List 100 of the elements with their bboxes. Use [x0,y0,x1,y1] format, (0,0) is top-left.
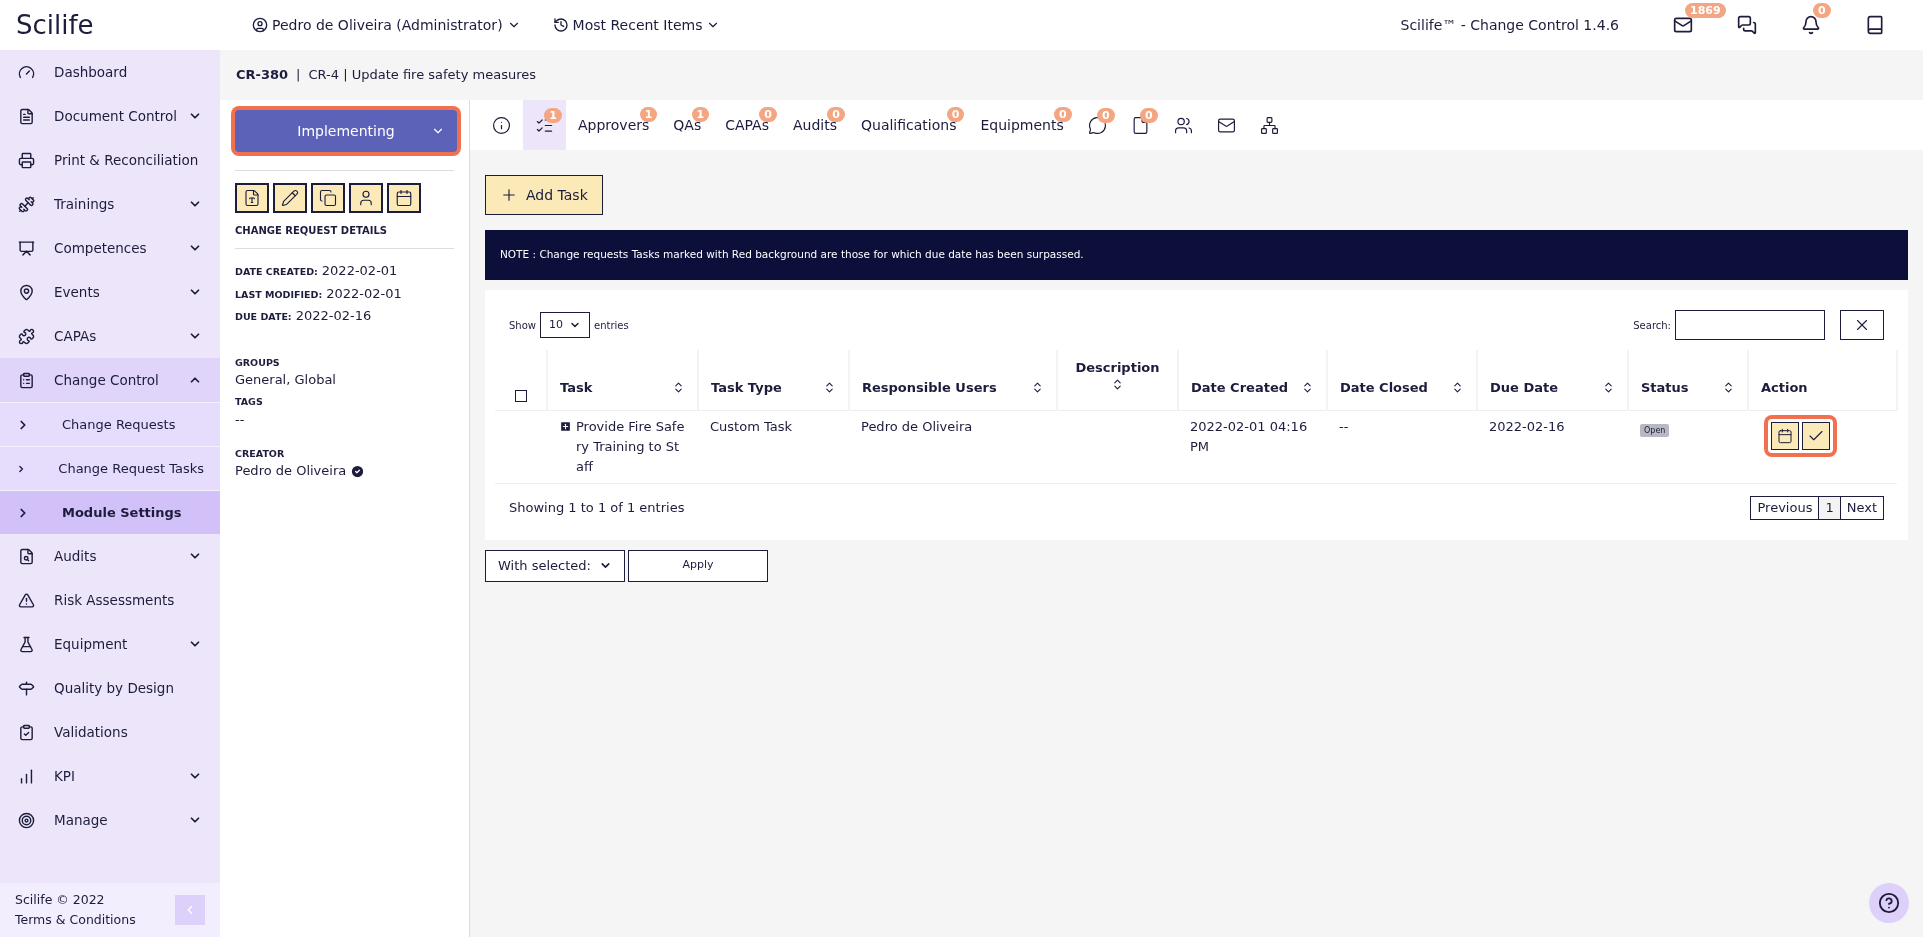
user-icon [357,189,375,207]
help-button[interactable] [1869,883,1909,923]
sidebar-item[interactable]: Validations [0,710,220,754]
sort-icon[interactable] [1031,381,1044,395]
sort-icon[interactable] [1111,377,1124,391]
target-icon [18,811,35,829]
field-value: General, Global [235,370,336,389]
search-field[interactable] [1675,310,1825,340]
document-icon [18,107,35,125]
column-header[interactable]: Date Closed [1340,378,1428,398]
sidebar-item[interactable]: Competences [0,226,220,270]
pagination-button[interactable]: Previous [1750,495,1820,520]
column-header[interactable]: Status [1641,378,1689,398]
sidebar-item[interactable]: Change Control [0,358,220,402]
table-cell: 2022-02-01 04:16 PM [1190,418,1308,454]
copy-button[interactable] [311,183,345,213]
terms-link[interactable]: Terms & Conditions [15,912,136,927]
count-badge: 0 [1054,106,1072,122]
sidebar-item[interactable]: Document Control [0,94,220,138]
column-header[interactable]: Task [560,378,593,398]
apply-button[interactable]: Apply [628,549,768,582]
sidebar-item[interactable]: Audits [0,534,220,578]
section-title: CHANGE REQUEST DETAILS [235,223,454,249]
submenu-item[interactable]: Change Requests [0,402,220,446]
field-label: DUE DATE: [235,310,292,324]
tab[interactable]: QAs 1 [661,100,714,150]
plus-icon [500,186,518,204]
page-size-select[interactable]: 10 [540,312,590,338]
tab[interactable]: Qualifications 0 [849,100,969,150]
users-icon [1173,115,1193,135]
breadcrumb-separator: | [296,66,301,85]
field-value: 2022-02-01 [321,262,398,280]
complete-button[interactable] [1802,421,1830,450]
clipboard-icon [18,371,35,389]
calendar-icon [395,189,413,207]
version-label: Scilife™ - Change Control 1.4.6 [1400,15,1619,35]
sort-icon[interactable] [672,381,685,395]
tab[interactable]: Equipments 0 [968,100,1076,150]
count-badge: 1869 [1685,3,1726,18]
bell-button[interactable] [1801,15,1821,35]
pin-icon [18,283,35,301]
sort-icon[interactable] [823,381,836,395]
sort-icon[interactable] [1602,381,1615,395]
count-badge: 0 [1813,3,1831,18]
column-header[interactable]: Date Created [1191,378,1288,398]
table-cell: Custom Task [710,418,792,434]
sort-icon[interactable] [1301,381,1314,395]
tab[interactable]: Approvers 1 [566,100,662,150]
count-badge: 1 [691,106,710,122]
pdf-button[interactable] [235,183,269,213]
puzzle-icon [18,327,35,345]
clear-search-button[interactable] [1840,310,1884,340]
column-header[interactable]: Due Date [1490,378,1558,398]
sidebar-item[interactable]: CAPAs [0,314,220,358]
column-header[interactable]: Description [1075,358,1160,378]
pagination-button[interactable]: Next [1839,495,1884,520]
sidebar-item[interactable]: Manage [0,798,220,842]
sort-icon[interactable] [1451,381,1464,395]
edit-button[interactable] [273,183,307,213]
sidebar-item[interactable]: Print & Reconciliation [0,138,220,182]
add-task-button[interactable]: Add Task [485,175,603,215]
count-badge: 0 [1097,107,1115,123]
sidebar-item[interactable]: KPI [0,754,220,798]
clipboard-check-icon [18,723,35,741]
book-button[interactable] [1865,15,1885,35]
submenu-item[interactable]: Module Settings [0,490,220,534]
sidebar-item[interactable]: Quality by Design [0,666,220,710]
table-cell-text: Provide Fire Safery Training to Staff [576,417,686,476]
column-header[interactable]: Task Type [711,378,782,398]
field-label: TAGS [235,395,264,410]
tab[interactable]: Audits 0 [781,100,849,150]
user-menu[interactable]: Pedro de Oliveira (Administrator) [252,14,521,36]
sort-icon[interactable] [1722,381,1735,395]
mail-button[interactable] [1673,15,1693,35]
field-label: DATE CREATED: [235,265,318,279]
select-all-checkbox[interactable] [514,389,527,402]
note-banner: NOTE : Change requests Tasks marked with Red background are those for which due date has been surpassed. [485,230,1908,280]
app-logo[interactable]: Scilife [16,5,236,45]
copyright-text: Scilife © 2022 [15,891,106,909]
schedule-button[interactable] [1771,421,1799,450]
file-search-icon [18,547,35,565]
sidebar-item[interactable]: Equipment [0,622,220,666]
column-header[interactable]: Responsible Users [862,378,997,398]
recent-items-menu[interactable]: Most Recent Items [552,14,721,36]
calendar-button[interactable] [387,183,421,213]
history-icon [552,17,569,33]
sidebar-item[interactable]: Risk Assessments [0,578,220,622]
user-button[interactable] [349,183,383,213]
pagination-button[interactable]: 1 [1818,495,1841,520]
tab[interactable]: CAPAs 0 [713,100,781,150]
sidebar-item[interactable]: Events [0,270,220,314]
bulk-action-select[interactable]: With selected: [485,549,625,582]
submenu-item[interactable]: Change Request Tasks [0,446,220,490]
expand-icon[interactable] [559,419,572,433]
field-value: 2022-02-16 [295,307,372,325]
sidebar-item[interactable]: Dashboard [0,50,220,94]
table-cell: Pedro de Oliveira [861,418,973,434]
sidebar-item[interactable]: Trainings [0,182,220,226]
printer-icon [18,151,35,169]
chat-button[interactable] [1737,15,1757,35]
